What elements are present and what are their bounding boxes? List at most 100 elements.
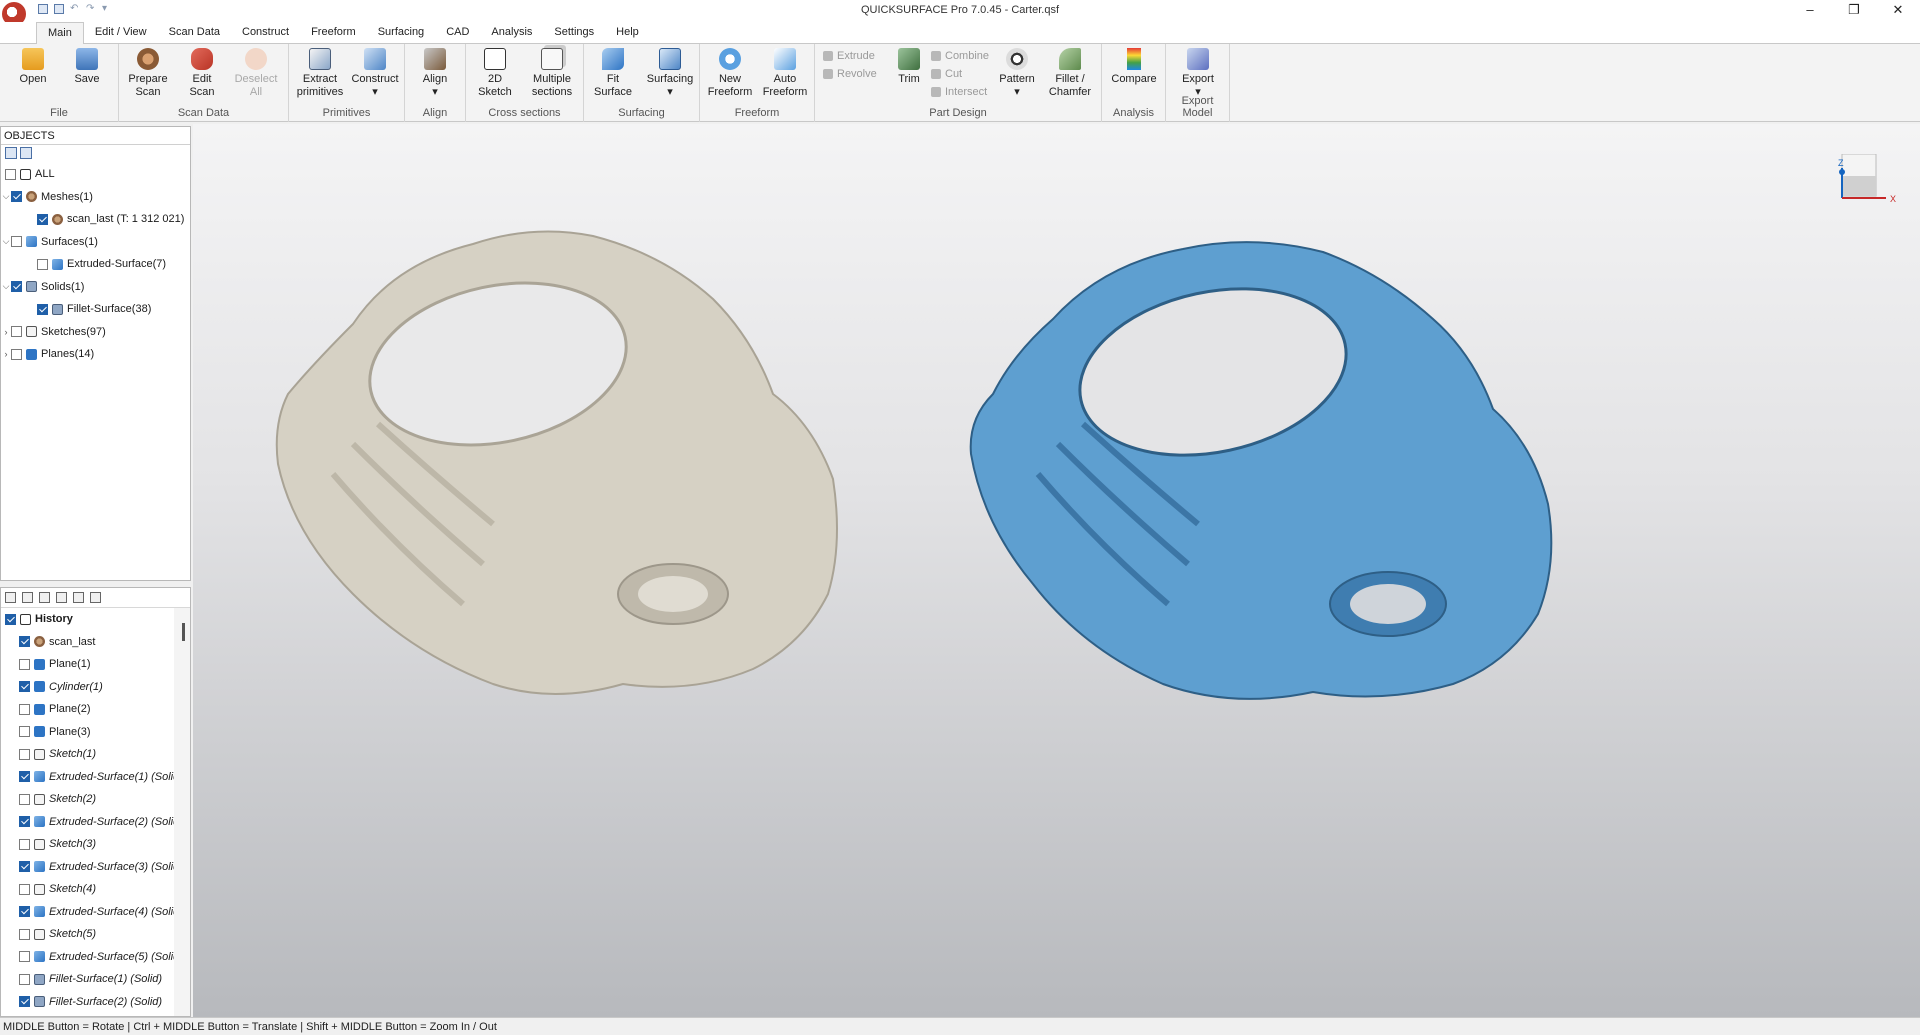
checkbox[interactable] <box>19 636 30 648</box>
history-item[interactable]: Plane(3) <box>1 721 190 744</box>
tab-scan-data[interactable]: Scan Data <box>158 22 231 44</box>
tree-item-solids[interactable]: ⌵ Solids(1) <box>1 276 190 299</box>
history-item[interactable]: Cylinder(1) <box>1 676 190 699</box>
history-item[interactable]: Extruded-Surface(1) (Solid, <box>1 766 190 789</box>
first-step-icon[interactable] <box>73 592 84 603</box>
checkbox[interactable] <box>19 906 30 918</box>
checkbox[interactable] <box>5 168 16 180</box>
compare-button[interactable]: Compare <box>1108 48 1160 86</box>
tree-item-scan-last[interactable]: scan_last (T: 1 312 021) <box>1 208 190 231</box>
history-scrollbar[interactable] <box>174 608 190 1016</box>
fillet-chamfer-button[interactable]: Fillet / Chamfer <box>1043 48 1097 99</box>
checkbox[interactable] <box>19 861 30 873</box>
checkbox[interactable] <box>11 236 22 248</box>
tab-main[interactable]: Main <box>36 22 84 45</box>
checkbox[interactable] <box>19 703 30 715</box>
tab-cad[interactable]: CAD <box>435 22 480 44</box>
tree-item-surfaces[interactable]: ⌵ Surfaces(1) <box>1 231 190 254</box>
combine-button[interactable]: Combine <box>931 50 989 62</box>
checkbox[interactable] <box>19 973 30 985</box>
tab-analysis[interactable]: Analysis <box>480 22 543 44</box>
tab-help[interactable]: Help <box>605 22 650 44</box>
checkbox[interactable] <box>19 928 30 940</box>
deselect-all-button[interactable]: Deselect All <box>233 48 279 99</box>
checkbox[interactable] <box>5 613 16 625</box>
expand-chevron-icon[interactable]: › <box>1 327 11 337</box>
tree-view-icon[interactable] <box>22 592 33 603</box>
checkbox[interactable] <box>37 303 48 315</box>
viewport-canvas[interactable] <box>193 124 1920 1017</box>
history-item[interactable]: Extruded-Surface(3) (Solid, <box>1 856 190 879</box>
filter-icon[interactable] <box>56 592 67 603</box>
tree-item-planes[interactable]: › Planes(14) <box>1 343 190 366</box>
intersect-button[interactable]: Intersect <box>931 86 987 98</box>
expand-chevron-icon[interactable]: › <box>1 349 11 359</box>
extrude-button[interactable]: Extrude <box>823 50 875 62</box>
align-button[interactable]: Align ▾ <box>413 48 457 99</box>
fit-surface-button[interactable]: Fit Surface <box>590 48 636 99</box>
history-item[interactable]: Fillet-Surface(2) (Solid) <box>1 991 190 1014</box>
history-header[interactable]: History <box>1 608 190 631</box>
extract-primitives-button[interactable]: Extract primitives <box>293 48 347 99</box>
list-view-icon[interactable] <box>5 592 16 603</box>
collapse-chevron-icon[interactable]: ⌵ <box>1 236 11 247</box>
filter-icon[interactable] <box>20 147 32 159</box>
checkbox[interactable] <box>11 348 22 360</box>
checkbox[interactable] <box>11 326 22 338</box>
multiple-sections-button[interactable]: Multiple sections <box>526 48 578 99</box>
checkbox[interactable] <box>19 726 30 738</box>
checkbox[interactable] <box>19 771 30 783</box>
tab-freeform[interactable]: Freeform <box>300 22 367 44</box>
cad-solid-model[interactable] <box>969 241 1553 700</box>
3d-viewport[interactable]: Z X <box>193 124 1920 1017</box>
pattern-button[interactable]: Pattern ▾ <box>995 48 1039 99</box>
checkbox[interactable] <box>19 658 30 670</box>
tab-edit-view[interactable]: Edit / View <box>84 22 158 44</box>
tree-item-fillet-surface[interactable]: Fillet-Surface(38) <box>1 298 190 321</box>
collapse-chevron-icon[interactable]: ⌵ <box>1 191 11 202</box>
checkbox[interactable] <box>19 681 30 693</box>
history-item[interactable]: Sketch(2) <box>1 788 190 811</box>
history-scroll-thumb[interactable] <box>182 623 185 641</box>
2d-sketch-button[interactable]: 2D Sketch <box>472 48 518 99</box>
checkbox[interactable] <box>19 883 30 895</box>
checkbox[interactable] <box>19 793 30 805</box>
tree-item-meshes[interactable]: ⌵ Meshes(1) <box>1 186 190 209</box>
tab-surfacing[interactable]: Surfacing <box>367 22 435 44</box>
history-item[interactable]: scan_last <box>1 631 190 654</box>
history-item[interactable]: Extruded-Surface(5) (Solid, <box>1 946 190 969</box>
history-item[interactable]: Plane(2) <box>1 698 190 721</box>
tab-settings[interactable]: Settings <box>543 22 605 44</box>
history-item[interactable]: Sketch(5) <box>1 923 190 946</box>
surfacing-button[interactable]: Surfacing ▾ <box>644 48 696 99</box>
history-item[interactable]: Plane(1) <box>1 653 190 676</box>
tree-item-all[interactable]: ALL <box>1 163 190 186</box>
checkbox[interactable] <box>11 281 22 293</box>
revolve-button[interactable]: Revolve <box>823 68 877 80</box>
tree-item-sketches[interactable]: › Sketches(97) <box>1 321 190 344</box>
cut-button[interactable]: Cut <box>931 68 962 80</box>
close-button[interactable]: ✕ <box>1876 0 1920 22</box>
maximize-button[interactable]: ❐ <box>1832 0 1876 22</box>
history-item[interactable]: Sketch(3) <box>1 833 190 856</box>
open-button[interactable]: Open <box>14 48 52 86</box>
checkbox[interactable] <box>19 838 30 850</box>
collapse-chevron-icon[interactable]: ⌵ <box>1 281 11 292</box>
history-item[interactable]: Sketch(1) <box>1 743 190 766</box>
edit-scan-button[interactable]: Edit Scan <box>179 48 225 99</box>
history-item[interactable]: Fillet-Surface(1) (Solid) <box>1 968 190 991</box>
checkbox[interactable] <box>37 213 48 225</box>
save-button[interactable]: Save <box>68 48 106 86</box>
tree-item-extruded-surface[interactable]: Extruded-Surface(7) <box>1 253 190 276</box>
checkbox[interactable] <box>19 816 30 828</box>
checkbox[interactable] <box>19 996 30 1008</box>
checkbox[interactable] <box>19 748 30 760</box>
checkbox[interactable] <box>37 258 48 270</box>
last-step-icon[interactable] <box>90 592 101 603</box>
expand-all-icon[interactable] <box>5 147 17 159</box>
auto-freeform-button[interactable]: Auto Freeform <box>760 48 810 99</box>
history-item[interactable]: Extruded-Surface(2) (Solid, <box>1 811 190 834</box>
scan-mesh-model[interactable] <box>275 230 838 695</box>
checkbox[interactable] <box>11 191 22 203</box>
checkbox[interactable] <box>19 951 30 963</box>
